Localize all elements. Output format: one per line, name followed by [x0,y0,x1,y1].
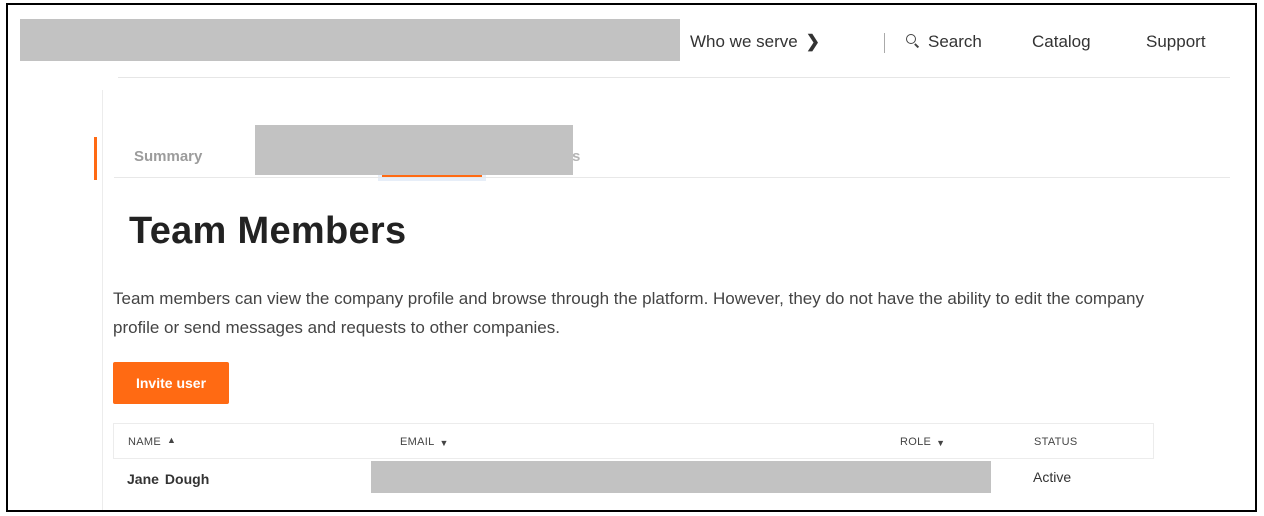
page-title: Team Members [129,210,407,252]
column-header-status: STATUS [1034,436,1078,448]
column-header-email[interactable]: EMAIL ▼ [400,436,449,448]
nav-divider [884,33,885,53]
column-header-name[interactable]: NAME ▲ [128,435,177,448]
nav-search-label: Search [928,32,982,51]
sort-down-icon: ▼ [936,438,946,448]
nav-search[interactable]: Search [906,32,982,52]
nav-support[interactable]: Support [1146,32,1206,52]
redacted-email-cell [371,461,991,493]
nav-who-we-serve[interactable]: Who we serve ❯ [690,32,820,52]
search-icon [906,34,920,48]
column-header-role[interactable]: ROLE ▼ [900,436,945,448]
side-rail-active-indicator [94,137,97,180]
table-header: NAME ▲ EMAIL ▼ ROLE ▼ STATUS [113,423,1154,459]
status-value: Active [1033,469,1072,485]
page-description: Team members can view the company profil… [113,289,1144,337]
side-rail [102,90,103,510]
nav-catalog[interactable]: Catalog [1032,32,1091,52]
nav-who-we-serve-label: Who we serve [690,32,798,51]
sort-down-icon: ▼ [439,438,449,448]
column-name-label: NAME [128,436,161,448]
member-first-name: Jane [127,471,159,487]
redacted-logo-area [20,19,680,61]
app-window: Who we serve ❯ Search Catalog Support Sum… [6,3,1257,512]
tab-summary[interactable]: Summary [134,148,202,165]
chevron-right-icon: ❯ [805,32,820,51]
invite-user-button[interactable]: Invite user [113,362,229,404]
table-row[interactable]: Jane Dough Active [113,459,1154,504]
sort-ascending-icon: ▲ [166,435,177,445]
tabs-divider [114,177,1230,178]
column-email-label: EMAIL [400,436,435,448]
member-last-name: Dough [164,471,210,487]
tab-partial-label[interactable]: s [572,148,580,165]
redacted-tabs-area [255,125,573,175]
column-role-label: ROLE [900,436,932,448]
header-divider [118,77,1230,78]
member-name: Jane Dough [127,471,209,487]
